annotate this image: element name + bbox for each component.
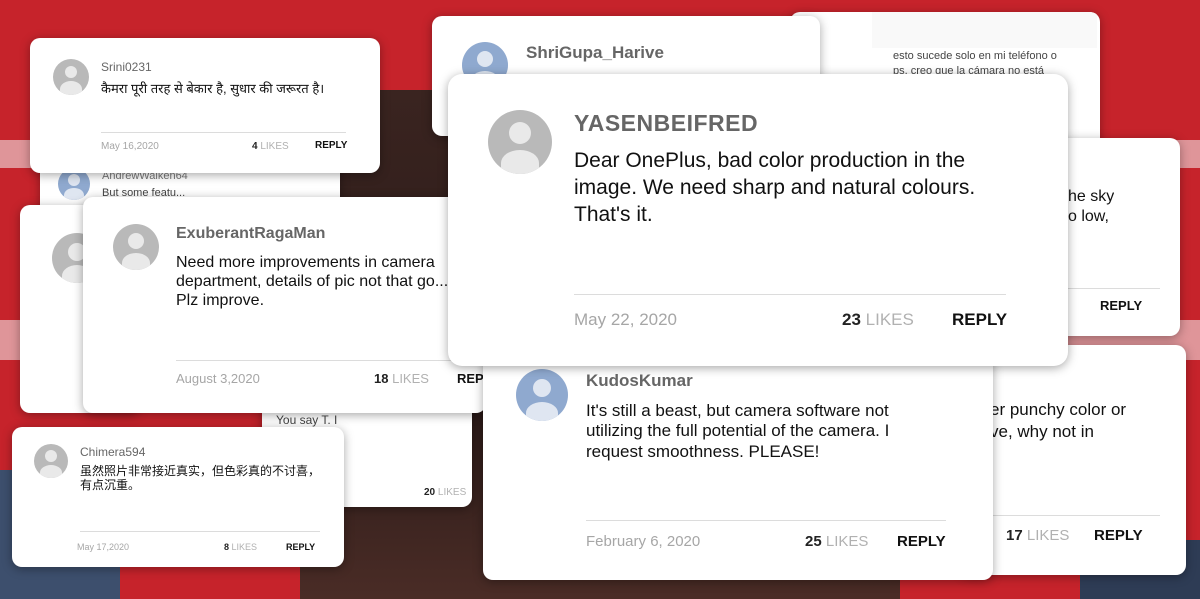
comment-text: he sky: [1068, 188, 1115, 205]
divider: [101, 132, 346, 133]
comment-text: You say T. I: [276, 413, 338, 427]
comment-card: YASENBEIFRED Dear OnePlus, bad color pro…: [448, 74, 1068, 366]
comment-text: esto sucede solo en mi teléfono o: [893, 50, 1057, 62]
comment-card: Srini0231 कैमरा पूरी तरह से बेकार है, सु…: [30, 38, 380, 173]
divider: [80, 531, 320, 532]
comment-date: May 17,2020: [77, 542, 130, 552]
likes-count[interactable]: 18 LIKES: [374, 371, 429, 386]
username[interactable]: ExuberantRagaMan: [176, 225, 325, 243]
avatar: [516, 369, 568, 421]
avatar: [53, 59, 89, 95]
avatar: [488, 110, 552, 174]
divider: [176, 360, 486, 361]
divider: [586, 520, 946, 521]
likes-count[interactable]: 25 LIKES: [805, 533, 868, 550]
username[interactable]: YASENBEIFRED: [574, 110, 758, 137]
username[interactable]: ShriGupa_Harive: [526, 43, 664, 63]
comment-date: May 22, 2020: [574, 310, 678, 329]
comment-text: कैमरा पूरी तरह से बेकार है, सुधार की जरू…: [101, 81, 325, 96]
comment-card: er punchy color or ve, why not in 17 LIK…: [960, 345, 1186, 575]
comment-text: 虽然照片非常接近真实，但色彩真的不讨喜，有点沉重。: [80, 464, 321, 493]
username[interactable]: Srini0231: [101, 60, 152, 74]
comment-date: May 16,2020: [101, 141, 159, 152]
comment-card: ExuberantRagaMan Need more improvements …: [83, 197, 486, 413]
comment-text: It's still a beast, but camera software …: [586, 401, 890, 461]
comment-date: August 3,2020: [176, 371, 260, 386]
reply-button[interactable]: REPLY: [315, 140, 347, 151]
likes-count[interactable]: 23 LIKES: [842, 310, 914, 330]
reply-button[interactable]: REPLY: [897, 533, 946, 550]
likes-count[interactable]: 17 LIKES: [1006, 527, 1069, 544]
comment-card: KudosKumar It's still a beast, but camer…: [483, 355, 993, 580]
username[interactable]: KudosKumar: [586, 371, 693, 391]
reply-button[interactable]: REPLY: [286, 542, 315, 552]
likes-count[interactable]: 4 LIKES: [252, 141, 289, 152]
comment-text: o low,: [1068, 208, 1109, 225]
reply-button[interactable]: REPLY: [1094, 527, 1143, 544]
comment-text: er punchy color or: [990, 400, 1127, 419]
comment-text: Need more improvements in camera departm…: [176, 254, 449, 310]
avatar: [113, 224, 159, 270]
comment-text: ve, why not in: [990, 422, 1094, 441]
comment-date: February 6, 2020: [586, 533, 701, 550]
reply-button[interactable]: REPLY: [1100, 298, 1142, 313]
avatar: [34, 444, 68, 478]
comment-card: Chimera594 虽然照片非常接近真实，但色彩真的不讨喜，有点沉重。 May…: [12, 427, 344, 567]
likes-count[interactable]: 8 LIKES: [224, 542, 257, 552]
reply-button[interactable]: REPLY: [952, 310, 1007, 330]
likes-count[interactable]: 20 LIKES: [424, 487, 466, 498]
comment-text: Dear OnePlus, bad color production in th…: [574, 149, 976, 226]
divider: [574, 294, 1006, 295]
username[interactable]: Chimera594: [80, 445, 145, 459]
reply-button[interactable]: REP: [457, 371, 484, 386]
